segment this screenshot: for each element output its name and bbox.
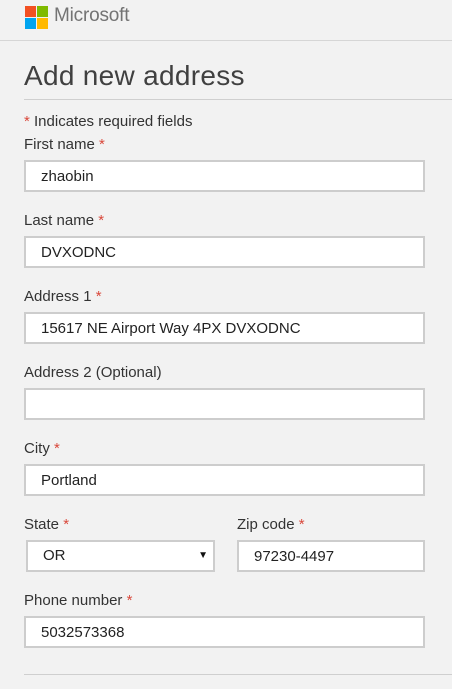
logo-yellow-square [37, 18, 48, 29]
required-asterisk: * [298, 516, 305, 533]
first-name-label-text: First name [24, 136, 95, 153]
address2-label: Address 2 (Optional) [24, 364, 162, 381]
brand-name: Microsoft [54, 5, 130, 26]
address2-label-text: Address 2 (Optional) [24, 364, 162, 381]
city-label: City * [24, 440, 60, 457]
title-divider [24, 99, 452, 100]
required-asterisk: * [98, 212, 105, 229]
address1-label-text: Address 1 [24, 288, 92, 305]
top-bar: Microsoft [0, 0, 452, 41]
zip-input[interactable] [237, 540, 425, 572]
logo-blue-square [25, 18, 36, 29]
required-note-text: Indicates required fields [34, 113, 193, 130]
required-asterisk: * [63, 516, 70, 533]
required-asterisk: * [126, 592, 133, 609]
required-asterisk: * [95, 288, 102, 305]
phone-label-text: Phone number [24, 592, 123, 609]
required-asterisk: * [54, 440, 60, 457]
state-selected-value: OR [43, 547, 66, 564]
address2-input[interactable] [24, 388, 425, 420]
bottom-divider [24, 674, 452, 675]
state-select[interactable]: OR ▼ [26, 540, 215, 572]
required-asterisk: * [99, 136, 105, 153]
logo-red-square [25, 6, 36, 17]
microsoft-logo-icon [25, 6, 48, 29]
first-name-label: First name * [24, 136, 105, 153]
address1-label: Address 1 * [24, 288, 102, 305]
zip-label-text: Zip code [237, 516, 295, 533]
phone-label: Phone number * [24, 592, 132, 609]
city-input[interactable] [24, 464, 425, 496]
required-asterisk: * [24, 113, 30, 130]
page-title: Add new address [24, 60, 245, 91]
logo-green-square [37, 6, 48, 17]
last-name-label: Last name * [24, 212, 104, 229]
chevron-down-icon: ▼ [198, 550, 208, 561]
zip-label: Zip code * [237, 516, 305, 533]
phone-input[interactable] [24, 616, 425, 648]
required-note: * Indicates required fields [24, 113, 192, 130]
state-label-text: State [24, 516, 60, 533]
first-name-input[interactable] [24, 160, 425, 192]
last-name-input[interactable] [24, 236, 425, 268]
last-name-label-text: Last name [24, 212, 95, 229]
address1-input[interactable] [24, 312, 425, 344]
state-label: State * [24, 516, 69, 533]
city-label-text: City [24, 440, 50, 457]
